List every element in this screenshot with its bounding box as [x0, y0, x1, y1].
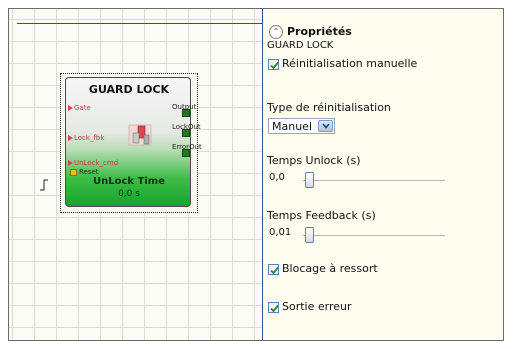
- checkmark-icon: [270, 61, 279, 70]
- manual-reset-label: Réinitialisation manuelle: [282, 57, 418, 70]
- guard-lock-block[interactable]: GUARD LOCK Gate Lock_fbk UnLock_cmd Rese…: [65, 77, 202, 207]
- input-pin-lock-fbk[interactable]: Lock_fbk: [68, 134, 104, 142]
- canvas-border-line: [17, 23, 262, 24]
- error-out-checkbox[interactable]: [268, 302, 279, 313]
- input-arrow-icon: [68, 160, 73, 166]
- guard-lock-icon: [128, 124, 152, 146]
- input-pin-label: Lock_fbk: [74, 134, 105, 142]
- collapse-chevron-icon[interactable]: ⌃: [269, 25, 283, 39]
- output-pin-label: LockOut: [172, 123, 201, 131]
- error-out-label: Sortie erreur: [282, 300, 352, 313]
- input-arrow-icon: [68, 105, 73, 111]
- block-title: GUARD LOCK: [88, 83, 170, 96]
- input-arrow-icon: [68, 135, 73, 141]
- spring-lock-label: Blocage à ressort: [282, 262, 378, 275]
- feedback-time-value: 0,01: [269, 227, 292, 238]
- unlock-time-value: 0,0: [269, 172, 285, 183]
- edge-trigger-icon: [40, 179, 48, 191]
- output-pin-label: Output: [172, 103, 197, 111]
- input-pin-gate[interactable]: Gate: [68, 104, 91, 112]
- manual-reset-checkbox[interactable]: [268, 59, 279, 70]
- spring-lock-checkbox[interactable]: [268, 264, 279, 275]
- reset-type-label: Type de réinitialisation: [267, 101, 391, 114]
- checkmark-icon: [270, 266, 279, 275]
- timer-label: UnLock Time: [93, 176, 165, 187]
- dropdown-arrow-icon[interactable]: [318, 120, 333, 132]
- timer-value: 0,0 s: [118, 189, 140, 199]
- diagram-canvas[interactable]: GUARD LOCK Gate Lock_fbk UnLock_cmd Rese…: [9, 9, 263, 340]
- reset-type-select[interactable]: Manuel: [268, 118, 335, 134]
- feedback-time-slider-track[interactable]: [303, 235, 445, 236]
- reset-pin-label: Reset: [79, 168, 99, 176]
- input-pin-label: UnLock_cmd: [74, 159, 119, 167]
- input-pin-unlock-cmd[interactable]: UnLock_cmd: [68, 159, 118, 167]
- reset-pin[interactable]: [70, 169, 77, 176]
- unlock-time-slider-thumb[interactable]: [305, 172, 314, 188]
- properties-subtitle: GUARD LOCK: [267, 40, 334, 51]
- reset-type-value: Manuel: [272, 120, 312, 133]
- unlock-time-slider-track[interactable]: [303, 180, 445, 181]
- properties-panel: ⌃ Propriétés GUARD LOCK Réinitialisation…: [263, 9, 503, 340]
- input-pin-label: Gate: [74, 104, 91, 112]
- properties-title: Propriétés: [287, 25, 352, 38]
- feedback-time-slider-thumb[interactable]: [305, 227, 314, 243]
- checkmark-icon: [270, 304, 279, 313]
- unlock-time-label: Temps Unlock (s): [267, 154, 361, 167]
- output-pin-label: ErrorOut: [172, 143, 202, 151]
- feedback-time-label: Temps Feedback (s): [267, 209, 376, 222]
- main-frame: GUARD LOCK Gate Lock_fbk UnLock_cmd Rese…: [8, 8, 504, 341]
